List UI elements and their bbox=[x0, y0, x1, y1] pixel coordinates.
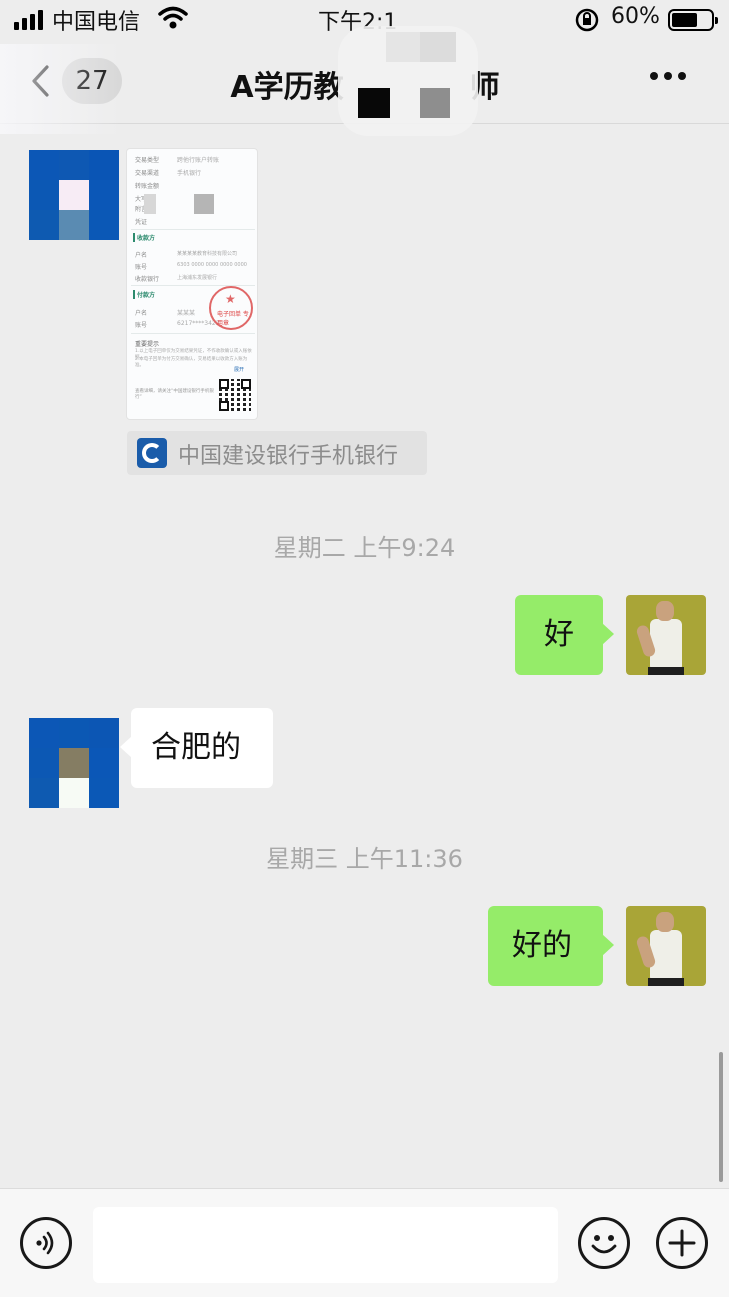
receipt-field: 凭证 bbox=[135, 219, 148, 226]
message-timestamp: 星期二 上午9:24 bbox=[273, 534, 456, 562]
receipt-field: 账号 bbox=[135, 322, 148, 329]
receipt-field: 账号 bbox=[135, 264, 148, 271]
signal-strength-icon bbox=[14, 10, 43, 30]
more-functions-button[interactable] bbox=[656, 1217, 708, 1269]
receipt-value: 某某某某教育科技有限公司 bbox=[177, 251, 238, 257]
receipt-field: 户名 bbox=[135, 252, 148, 259]
receipt-value: 手机银行 bbox=[177, 170, 202, 177]
receipt-footer: 查看详细，请关注“中国建设银行手机银行” bbox=[135, 389, 214, 400]
contact-avatar[interactable] bbox=[29, 150, 119, 240]
receipt-field: 户名 bbox=[135, 310, 148, 317]
source-tag-label: 中国建设银行手机银行 bbox=[178, 444, 399, 469]
receipt-value: 6303 0000 0000 0000 0000 bbox=[177, 262, 247, 268]
mini-program-source-tag[interactable]: 中国建设银行手机银行 bbox=[127, 431, 427, 475]
redacted-avatar-hint bbox=[0, 44, 120, 134]
receipt-expand-link: 展开 bbox=[234, 367, 245, 373]
bank-seal-stamp: ★ 电子回单 专用章 bbox=[209, 286, 253, 330]
ccb-logo-icon bbox=[137, 438, 167, 468]
battery-percent: 60% bbox=[611, 4, 660, 29]
payer-section-title: 付款方 bbox=[133, 290, 155, 299]
bank-receipt-image[interactable]: 交易类型 跨他行账户转账 交易渠道 手机银行 转账金额 大写 附言 凭证 收款方… bbox=[126, 148, 258, 420]
receipt-field: 转账金额 bbox=[135, 183, 160, 190]
receipt-field: 收款银行 bbox=[135, 276, 160, 283]
message-input[interactable] bbox=[93, 1207, 558, 1283]
more-options-button[interactable] bbox=[650, 72, 686, 80]
voice-icon bbox=[36, 1231, 54, 1255]
chat-title-start: A学历教 bbox=[230, 70, 344, 105]
wifi-icon bbox=[158, 6, 188, 29]
voice-input-button[interactable] bbox=[20, 1217, 72, 1269]
receipt-tip-title: 重要提示 bbox=[135, 341, 160, 348]
receipt-value: 上海浦东发展银行 bbox=[177, 275, 218, 281]
receipt-value: 某某某 bbox=[177, 310, 196, 317]
outgoing-message-bubble[interactable]: 好 bbox=[515, 595, 614, 675]
receipt-value: 跨他行账户转账 bbox=[177, 157, 220, 164]
receipt-field: 交易渠道 bbox=[135, 170, 160, 177]
emoji-icon bbox=[591, 1235, 617, 1254]
scrollbar[interactable] bbox=[719, 1052, 723, 1182]
receipt-field: 交易类型 bbox=[135, 157, 160, 164]
incoming-message-bubble[interactable]: 合肥的 bbox=[120, 708, 273, 788]
emoji-button[interactable] bbox=[578, 1217, 630, 1269]
my-avatar[interactable] bbox=[626, 906, 706, 986]
plus-icon bbox=[668, 1229, 696, 1257]
redacted-receipt-region bbox=[144, 194, 214, 214]
message-timestamp: 星期三 上午11:36 bbox=[266, 845, 463, 873]
my-avatar[interactable] bbox=[626, 595, 706, 675]
battery-icon bbox=[668, 9, 718, 31]
carrier-name: 中国电信 bbox=[52, 10, 141, 35]
outgoing-message-bubble[interactable]: 好的 bbox=[488, 906, 614, 986]
payee-section-title: 收款方 bbox=[133, 233, 155, 242]
orientation-lock-icon bbox=[575, 8, 599, 32]
message-input-bar bbox=[0, 1188, 729, 1297]
contact-avatar[interactable] bbox=[29, 718, 119, 808]
redacted-title-region bbox=[338, 26, 478, 136]
